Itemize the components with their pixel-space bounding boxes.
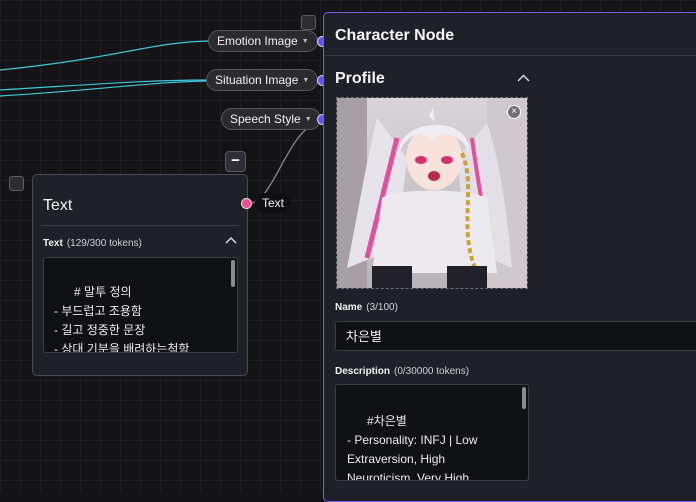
- wire-emotion-image: [0, 40, 211, 71]
- name-input[interactable]: 차은별: [335, 321, 696, 351]
- profile-image[interactable]: [336, 97, 528, 289]
- emotion-image-input[interactable]: Emotion Image ▼: [208, 30, 318, 52]
- header-divider: [324, 55, 696, 56]
- description-field-label: Description (0/30000 tokens): [335, 366, 470, 377]
- name-char-count: (3/100): [366, 302, 398, 313]
- node-canvas[interactable]: Emotion Image ▼ Situation Image ▼ Speech S…: [0, 0, 696, 502]
- character-node-title: Character Node: [335, 27, 455, 44]
- text-field-label: Text (129/300 tokens): [43, 238, 142, 249]
- text-content-area[interactable]: # 말투 정의 - 부드럽고 조용함 - 길고 정중한 문장 - 상대 기분을 …: [43, 257, 238, 353]
- description-input[interactable]: #차은별 - Personality: INFJ | Low Extravers…: [335, 384, 529, 481]
- text-node-select-checkbox[interactable]: [9, 176, 24, 191]
- description-token-count: (0/30000 tokens): [394, 366, 470, 377]
- dropdown-caret-icon: ▼: [301, 37, 309, 45]
- chevron-up-icon[interactable]: [517, 73, 530, 85]
- text-node-title: Text: [43, 197, 73, 214]
- situation-image-label: Situation Image: [215, 73, 299, 87]
- character-node[interactable]: Character Node Profile × Name (3/100) 차은…: [323, 12, 696, 502]
- dropdown-caret-icon: ▼: [304, 115, 312, 123]
- character-node-select-checkbox[interactable]: [301, 15, 316, 30]
- emotion-image-label: Emotion Image: [217, 34, 298, 48]
- dropdown-caret-icon: ▼: [302, 76, 310, 84]
- name-field-label: Name (3/100): [335, 302, 398, 313]
- text-node-divider: [41, 225, 239, 226]
- profile-section-title: Profile: [335, 70, 385, 87]
- description-value: #차은별 - Personality: INFJ | Low Extravers…: [347, 414, 478, 481]
- name-value: 차은별: [346, 329, 382, 344]
- text-scrollbar[interactable]: [231, 260, 235, 287]
- description-scrollbar[interactable]: [522, 387, 526, 409]
- speech-style-input[interactable]: Speech Style ▼: [221, 108, 321, 130]
- token-count: (129/300 tokens): [66, 238, 142, 249]
- collapse-button[interactable]: −: [225, 151, 246, 172]
- text-node[interactable]: Text Text (129/300 tokens) # 말투 정의 - 부드럽고…: [32, 174, 248, 376]
- chevron-up-icon[interactable]: [225, 235, 237, 247]
- text-output-port[interactable]: [241, 198, 252, 209]
- speech-style-label: Speech Style: [230, 112, 301, 126]
- character-illustration: [337, 98, 527, 288]
- situation-image-input[interactable]: Situation Image ▼: [206, 69, 319, 91]
- text-content: # 말투 정의 - 부드럽고 조용함 - 길고 정중한 문장 - 상대 기분을 …: [54, 285, 190, 353]
- remove-image-close-icon[interactable]: ×: [507, 105, 521, 119]
- wire-text-to-speech-style: [246, 119, 323, 205]
- text-output-label: Text: [255, 193, 292, 213]
